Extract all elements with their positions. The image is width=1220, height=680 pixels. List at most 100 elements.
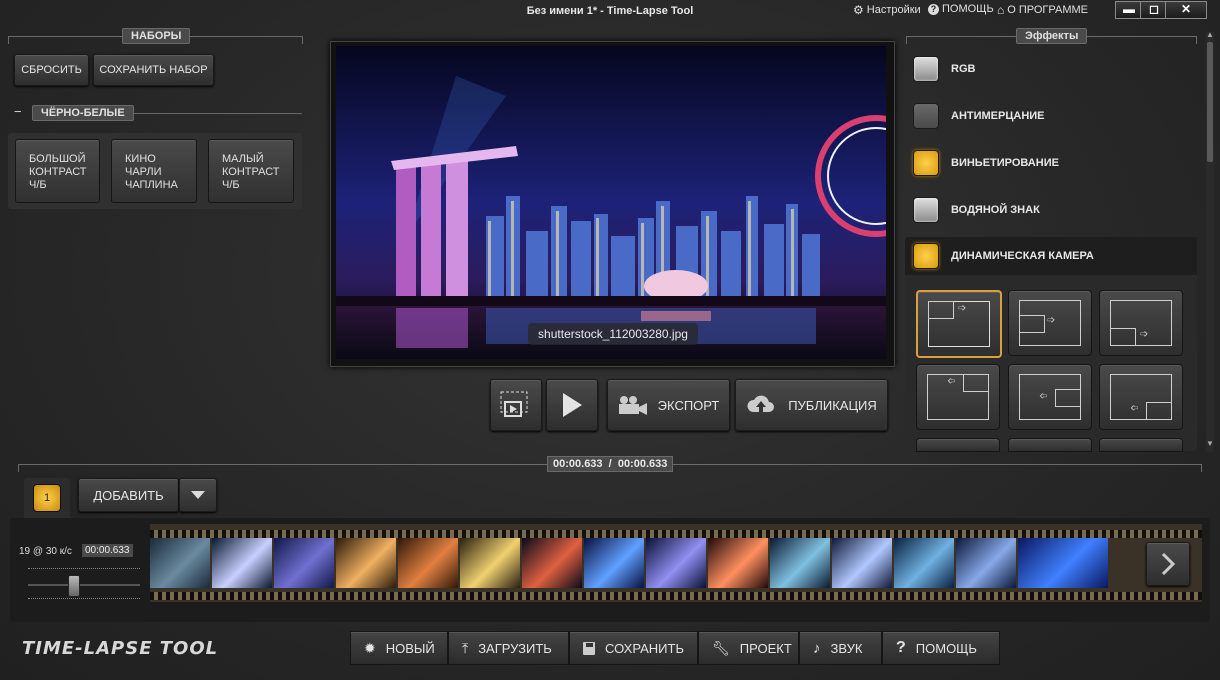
- camera-preset-partial-3[interactable]: [1099, 438, 1183, 452]
- arrow-left-icon: ➩: [1039, 391, 1048, 402]
- effect-vignette[interactable]: ВИНЬЕТИРОВАНИЕ: [905, 140, 1197, 186]
- effects-section-title: Эффекты: [1016, 28, 1088, 44]
- effects-scrollbar-thumb[interactable]: [1207, 42, 1213, 162]
- home-icon: ⌂: [997, 3, 1005, 17]
- preset-chaplin[interactable]: КИНО ЧАРЛИ ЧАПЛИНА: [111, 139, 197, 203]
- effect-dynamic-camera-label: ДИНАМИЧЕСКАЯ КАМЕРА: [951, 250, 1094, 262]
- film-frame-thumbnail[interactable]: [460, 538, 520, 588]
- gear-icon: ⚙: [853, 3, 864, 17]
- publish-button[interactable]: ПУБЛИКАЦИЯ: [735, 379, 888, 431]
- help-link[interactable]: ? ПОМОЩЬ: [928, 3, 994, 15]
- save-icon: [583, 641, 596, 655]
- camera-preset-tr-left[interactable]: ➩: [916, 364, 1000, 430]
- timeline-divider-tick-right: [1201, 464, 1202, 472]
- rgb-checkbox[interactable]: [913, 56, 939, 82]
- effect-vignette-label: ВИНЬЕТИРОВАНИЕ: [951, 157, 1059, 169]
- effects-divider-tick-right: [1196, 36, 1197, 44]
- effect-watermark[interactable]: ВОДЯНОЙ ЗНАК: [905, 187, 1197, 233]
- music-icon: ♪: [813, 639, 821, 657]
- filmstrip-next-button[interactable]: [1146, 542, 1190, 586]
- maximize-button[interactable]: ◻: [1140, 1, 1168, 19]
- film-frame-thumbnail[interactable]: [770, 538, 830, 588]
- save-button[interactable]: СОХРАНИТЬ: [569, 631, 698, 665]
- film-frame-thumbnail[interactable]: [1018, 538, 1108, 588]
- film-frame-thumbnail[interactable]: [212, 538, 272, 588]
- dynamic-camera-checkbox[interactable]: [913, 243, 939, 269]
- project-button[interactable]: 🔧︎ ПРОЕКТ: [698, 631, 799, 665]
- film-frame-thumbnail[interactable]: [956, 538, 1016, 588]
- vignette-checkbox[interactable]: [913, 150, 939, 176]
- scroll-up-icon[interactable]: ▲: [1206, 30, 1214, 39]
- presets-divider-tick-left: [8, 36, 9, 44]
- play-icon: [563, 393, 582, 417]
- play-button[interactable]: [546, 379, 598, 431]
- effect-antiflicker[interactable]: АНТИМЕРЦАНИЕ: [905, 93, 1197, 139]
- camera-preset-cr-left[interactable]: ➩: [1008, 364, 1092, 430]
- load-label: ЗАГРУЗИТЬ: [478, 640, 552, 656]
- publish-label: ПУБЛИКАЦИЯ: [788, 397, 877, 413]
- export-button[interactable]: ЭКСПОРТ: [607, 379, 730, 431]
- effect-rgb[interactable]: RGB: [905, 46, 1197, 92]
- settings-link[interactable]: ⚙ Настройки: [853, 3, 921, 17]
- camera-preset-tl-right[interactable]: ➩: [916, 290, 1002, 358]
- film-frame-thumbnail[interactable]: [646, 538, 706, 588]
- film-frame-thumbnail[interactable]: [584, 538, 644, 588]
- fps-slider-ticks-bottom: [28, 598, 140, 600]
- arrow-right-icon: ➩: [1140, 329, 1149, 340]
- film-frame-thumbnail[interactable]: [832, 538, 892, 588]
- effect-rgb-label: RGB: [951, 63, 976, 75]
- star-icon: ✹: [364, 639, 376, 656]
- scroll-down-icon[interactable]: ▼: [1206, 439, 1214, 448]
- watermark-checkbox[interactable]: [913, 197, 939, 223]
- antiflicker-checkbox[interactable]: [913, 103, 939, 129]
- new-button[interactable]: ✹ НОВЫЙ: [350, 631, 448, 665]
- camera-preset-br-left[interactable]: ➩: [1099, 364, 1183, 430]
- effect-dynamic-camera[interactable]: ДИНАМИЧЕСКАЯ КАМЕРА: [905, 237, 1197, 275]
- preset-low-contrast-bw[interactable]: МАЛЫЙ КОНТРАСТ Ч/Б: [208, 139, 294, 203]
- add-dropdown-button[interactable]: [179, 478, 217, 512]
- app-logo: TIME-LAPSE TOOL: [22, 638, 219, 659]
- crop-preview-button[interactable]: [490, 379, 542, 431]
- preset-high-contrast-bw[interactable]: БОЛЬШОЙ КОНТРАСТ Ч/Б: [15, 139, 100, 203]
- question-icon: ?: [896, 639, 906, 656]
- sound-label: ЗВУК: [830, 640, 863, 656]
- film-frame-thumbnail[interactable]: [150, 538, 210, 588]
- save-preset-button[interactable]: СОХРАНИТЬ НАБОР: [93, 54, 214, 86]
- fps-slider-thumb[interactable]: [67, 575, 80, 597]
- help-label: ПОМОЩЬ: [942, 3, 994, 15]
- arrow-left-icon: ➩: [947, 376, 956, 387]
- crop-play-icon: [500, 391, 528, 417]
- minimize-button[interactable]: ▬: [1115, 1, 1143, 19]
- arrow-right-icon: ➩: [958, 303, 967, 314]
- film-frame-thumbnail[interactable]: [398, 538, 458, 588]
- bw-collapse-toggle[interactable]: −: [14, 104, 22, 119]
- timeline-divider-tick-left: [18, 464, 19, 472]
- film-frame-thumbnail[interactable]: [708, 538, 768, 588]
- camera-preset-partial-1[interactable]: [916, 438, 1000, 452]
- load-button[interactable]: ⤒ ЗАГРУЗИТЬ: [448, 631, 569, 665]
- save-label: СОХРАНИТЬ: [605, 640, 684, 656]
- sound-button[interactable]: ♪ ЗВУК: [799, 631, 882, 665]
- help-button[interactable]: ? ПОМОЩЬ: [882, 631, 1000, 665]
- camera-preset-center-right[interactable]: ➩: [1008, 290, 1092, 356]
- arrow-right-icon: ➩: [1047, 315, 1056, 326]
- about-label: О ПРОГРАММЕ: [1007, 4, 1088, 16]
- camera-preset-partial-2[interactable]: [1008, 438, 1092, 452]
- chevron-right-icon: [1161, 552, 1176, 576]
- film-frame-thumbnail[interactable]: [522, 538, 582, 588]
- effect-antiflicker-label: АНТИМЕРЦАНИЕ: [951, 110, 1045, 122]
- frame-badge[interactable]: 1: [33, 484, 61, 512]
- export-label: ЭКСПОРТ: [657, 397, 720, 413]
- reset-button[interactable]: СБРОСИТЬ: [14, 54, 89, 86]
- camera-preset-bl-right[interactable]: ➩: [1099, 290, 1183, 356]
- add-button[interactable]: ДОБАВИТЬ: [78, 478, 179, 512]
- film-frame-thumbnail[interactable]: [336, 538, 396, 588]
- fps-slider-track[interactable]: [28, 584, 140, 586]
- close-button[interactable]: ✕: [1165, 1, 1207, 19]
- about-link[interactable]: ⌂ О ПРОГРАММЕ: [997, 3, 1088, 17]
- film-frame-thumbnail[interactable]: [274, 538, 334, 588]
- help-button-label: ПОМОЩЬ: [915, 640, 977, 656]
- film-frame-thumbnail[interactable]: [894, 538, 954, 588]
- city-night-image: [336, 46, 886, 359]
- camera-icon: [618, 396, 647, 415]
